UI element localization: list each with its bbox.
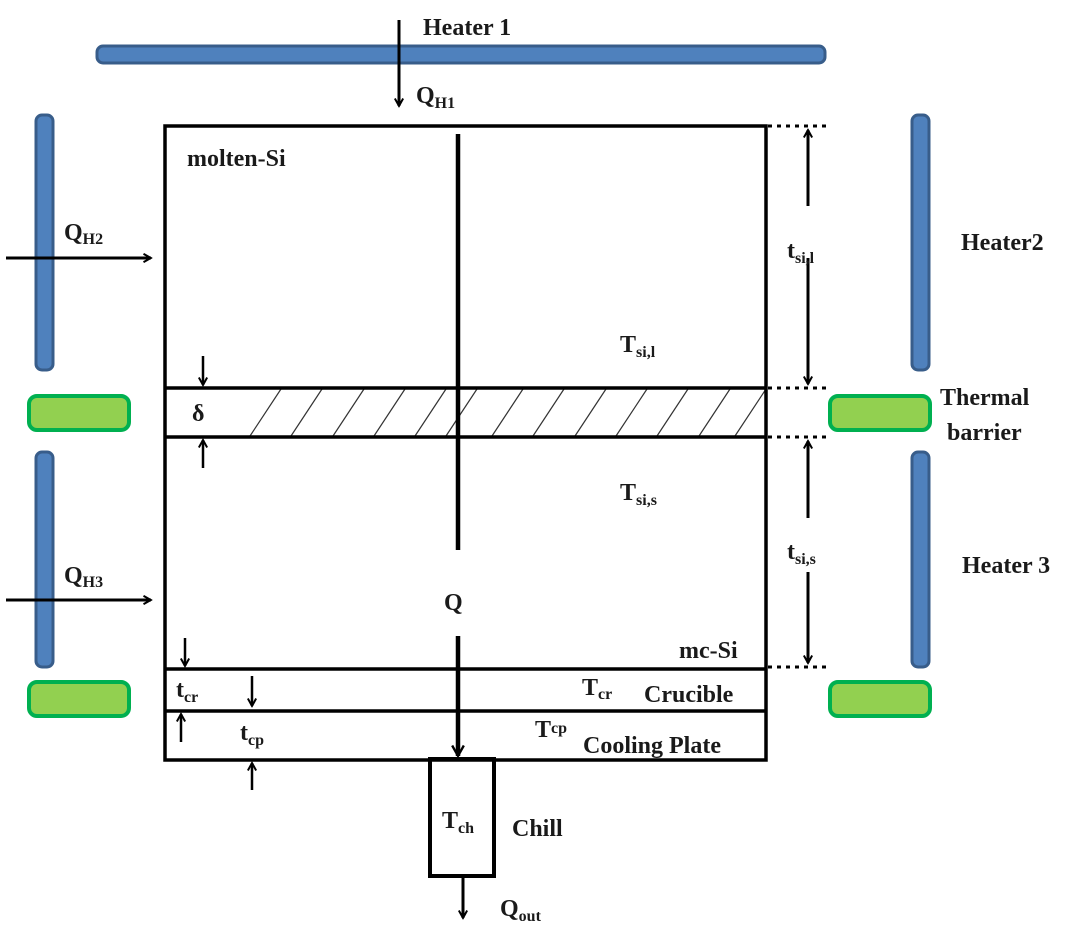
crucible-outline: [163, 124, 768, 762]
tcr-temperature-label: Tcr: [582, 675, 612, 703]
heater-2-label: Heater2: [961, 230, 1044, 256]
heater-3-left-bar: [34, 450, 55, 669]
molten-si-label: molten-Si: [187, 146, 286, 172]
chill-block: [428, 757, 496, 878]
heater-2-left-bar: [34, 113, 55, 372]
interface-hatching: [249, 388, 767, 437]
tcr-thickness-label: tcr: [176, 677, 198, 706]
qh2-label: QH2: [64, 220, 103, 248]
tcp-temperature-label: Tcp: [535, 717, 567, 743]
heater-1-bar: [95, 44, 827, 65]
delta-label: δ: [192, 401, 204, 427]
tsil-thickness-label: tsi,l: [787, 238, 815, 267]
thermal-barrier-left-upper: [27, 394, 131, 432]
thermal-barrier-label-line1: Thermal: [940, 385, 1030, 411]
mc-si-label: mc-Si: [679, 638, 738, 664]
q-label: Q: [444, 590, 463, 616]
cooling-plate-label: Cooling Plate: [583, 733, 721, 759]
thermal-barrier-label-line2: barrier: [947, 420, 1022, 446]
heater-1-label: Heater 1: [423, 15, 511, 41]
qout-label: Qout: [500, 896, 542, 925]
chill-label: Chill: [512, 816, 563, 842]
heater-2-right-bar: [910, 113, 931, 372]
qh1-label: QH1: [416, 83, 455, 112]
thermal-barrier-left-lower: [27, 680, 131, 718]
tcp-thickness-label: tcp: [240, 720, 264, 749]
heater-3-label: Heater 3: [962, 553, 1050, 579]
directional-solidification-diagram: Heater 1 QH1 QH2 QH3 molten-Si Tsi,l Tsi…: [6, 15, 1050, 925]
tsis-thickness-label: tsi,s: [787, 539, 816, 568]
tsis-temperature-label: Tsi,s: [620, 480, 657, 509]
heater-3-right-bar: [910, 450, 931, 669]
qh3-label: QH3: [64, 563, 103, 591]
thermal-barrier-right-upper: [828, 394, 932, 432]
tch-temperature-label: Tch: [442, 808, 474, 837]
crucible-label: Crucible: [644, 682, 734, 708]
tsil-temperature-label: Tsi,l: [620, 332, 656, 361]
thermal-barrier-right-lower: [828, 680, 932, 718]
